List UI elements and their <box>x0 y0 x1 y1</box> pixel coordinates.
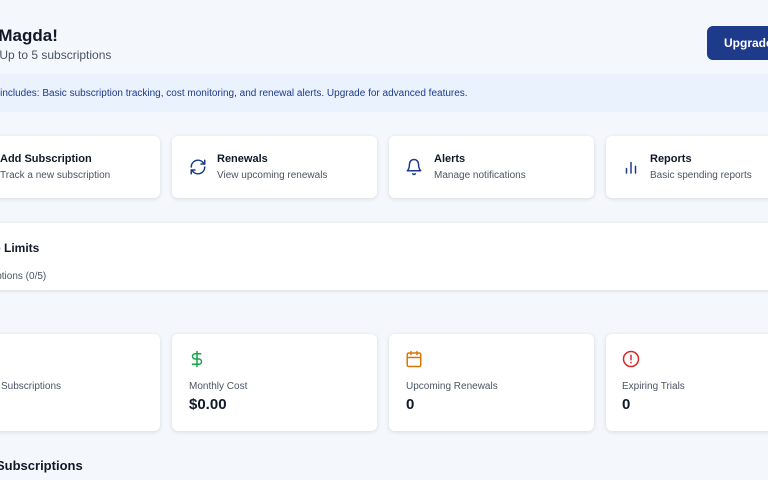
bell-icon <box>406 158 422 176</box>
quick-action-title: Add Subscription <box>0 153 92 165</box>
stat-label: Upcoming Renewals <box>406 381 498 392</box>
stat-value: $0.00 <box>189 396 227 413</box>
usage-limits-card <box>0 223 768 290</box>
quick-action-desc: Basic spending reports <box>650 170 752 181</box>
stat-label: Subscriptions <box>1 381 62 392</box>
tier-info-text: r includes: Basic subscription tracking,… <box>0 88 468 99</box>
stat-value: 0 <box>406 396 415 413</box>
quick-action-renewals[interactable]: Renewals View upcoming renewals <box>172 136 377 198</box>
dashboard-page: ome, Magda! - Up to 5 subscriptions Upgr… <box>0 0 768 480</box>
calendar-icon <box>406 350 422 368</box>
plan-description: - Up to 5 subscriptions <box>0 48 112 62</box>
quick-action-desc: Track a new subscription <box>0 170 111 181</box>
quick-action-title: Renewals <box>217 153 268 165</box>
stat-value: 0 <box>622 396 631 413</box>
bar-chart-icon <box>625 161 637 174</box>
upgrade-button[interactable]: Upgrade <box>707 26 768 60</box>
welcome-title: ome, Magda! <box>0 26 58 45</box>
subscriptions-section-title: Subscriptions <box>0 458 83 473</box>
quick-action-reports[interactable]: Reports Basic spending reports <box>606 136 768 198</box>
alert-circle-icon <box>622 350 640 368</box>
refresh-icon <box>190 159 206 175</box>
dollar-icon <box>191 350 203 368</box>
subscription-usage-count: iptions (0/5) <box>0 271 47 282</box>
quick-action-alerts[interactable]: Alerts Manage notifications <box>389 136 594 198</box>
stat-label: Monthly Cost <box>189 381 248 392</box>
stat-label: Expiring Trials <box>622 381 685 392</box>
quick-action-desc: View upcoming renewals <box>217 170 328 181</box>
quick-action-add-subscription[interactable]: Add Subscription Track a new subscriptio… <box>0 136 160 198</box>
quick-action-title: Reports <box>650 153 692 165</box>
quick-action-desc: Manage notifications <box>434 170 526 181</box>
usage-limits-title: e Limits <box>0 241 40 255</box>
quick-action-title: Alerts <box>434 153 466 165</box>
